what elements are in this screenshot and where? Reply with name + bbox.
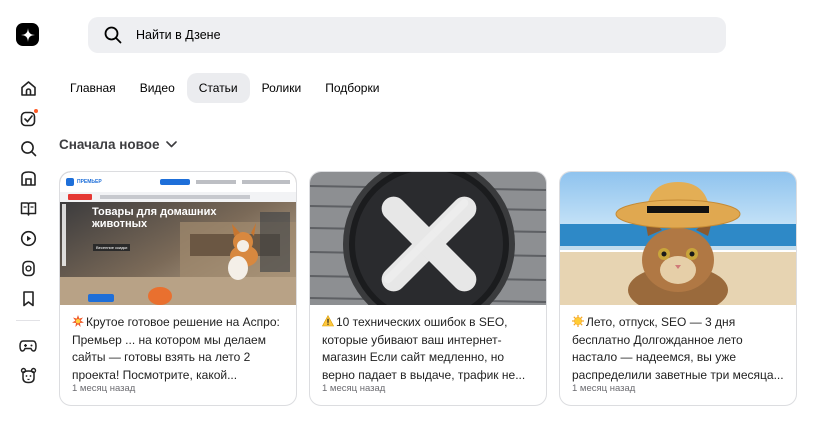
zen-star-icon — [20, 27, 35, 42]
store-icon[interactable] — [19, 169, 37, 187]
warning-emoji-icon — [322, 315, 334, 327]
kids-icon[interactable] — [19, 366, 37, 384]
gamepad-icon[interactable] — [19, 336, 37, 354]
home-icon[interactable] — [19, 79, 37, 97]
article-card[interactable]: Товары для домашних животных ПРЕМЬЕР Вес… — [59, 171, 297, 406]
tab-articles[interactable]: Статьи — [186, 73, 250, 103]
search-bar[interactable]: Найти в Дзене — [88, 17, 726, 53]
search-icon — [104, 26, 122, 44]
article-thumbnail[interactable] — [310, 172, 546, 305]
articles-icon[interactable] — [19, 199, 37, 217]
notification-badge — [33, 108, 39, 114]
tab-shorts[interactable]: Ролики — [250, 73, 314, 103]
content-tabs: Главная Видео Статьи Ролики Подборки — [58, 73, 391, 103]
article-title-text: Крутое готовое решение на Аспро: Премьер… — [72, 315, 280, 382]
article-date: 1 месяц назад — [572, 383, 636, 394]
tab-collections[interactable]: Подборки — [313, 73, 391, 103]
thumbnail-badge: Весенние скидки — [93, 244, 131, 251]
article-thumbnail[interactable]: Товары для домашних животных ПРЕМЬЕР Вес… — [60, 172, 296, 305]
article-date: 1 месяц назад — [322, 383, 386, 394]
thumbnail-site-name: ПРЕМЬЕР — [77, 179, 102, 185]
sort-label: Сначала новое — [59, 137, 160, 152]
article-title-text: 10 технических ошибок в SEO, которые уби… — [322, 315, 526, 382]
sidebar-divider — [16, 320, 40, 321]
chevron-down-icon — [165, 141, 177, 148]
search-placeholder[interactable]: Найти в Дзене — [136, 28, 221, 42]
video-icon[interactable] — [19, 229, 37, 247]
zen-logo[interactable] — [16, 23, 39, 46]
tab-main[interactable]: Главная — [58, 73, 128, 103]
article-date: 1 месяц назад — [72, 383, 136, 394]
article-card[interactable]: 10 технических ошибок в SEO, которые уби… — [309, 171, 547, 406]
sort-dropdown[interactable]: Сначала новое — [59, 137, 177, 152]
thumbnail-headline: Товары для домашних животных — [92, 206, 217, 230]
tab-video[interactable]: Видео — [128, 73, 187, 103]
article-title-text: Лето, отпуск, SEO — 3 дня бесплатно Долг… — [572, 315, 784, 382]
search-icon[interactable] — [19, 139, 37, 157]
article-card[interactable]: Лето, отпуск, SEO — 3 дня бесплатно Долг… — [559, 171, 797, 406]
subscriptions-icon[interactable] — [19, 108, 39, 127]
shorts-icon[interactable] — [19, 259, 37, 277]
article-title[interactable]: 10 технических ошибок в SEO, которые уби… — [322, 314, 538, 384]
article-thumbnail[interactable] — [560, 172, 796, 305]
article-title[interactable]: Лето, отпуск, SEO — 3 дня бесплатно Долг… — [572, 314, 788, 384]
sun-emoji-icon — [572, 315, 584, 327]
boom-emoji-icon — [72, 315, 84, 327]
bookmark-icon[interactable] — [19, 289, 37, 307]
article-title[interactable]: Крутое готовое решение на Аспро: Премьер… — [72, 314, 288, 384]
